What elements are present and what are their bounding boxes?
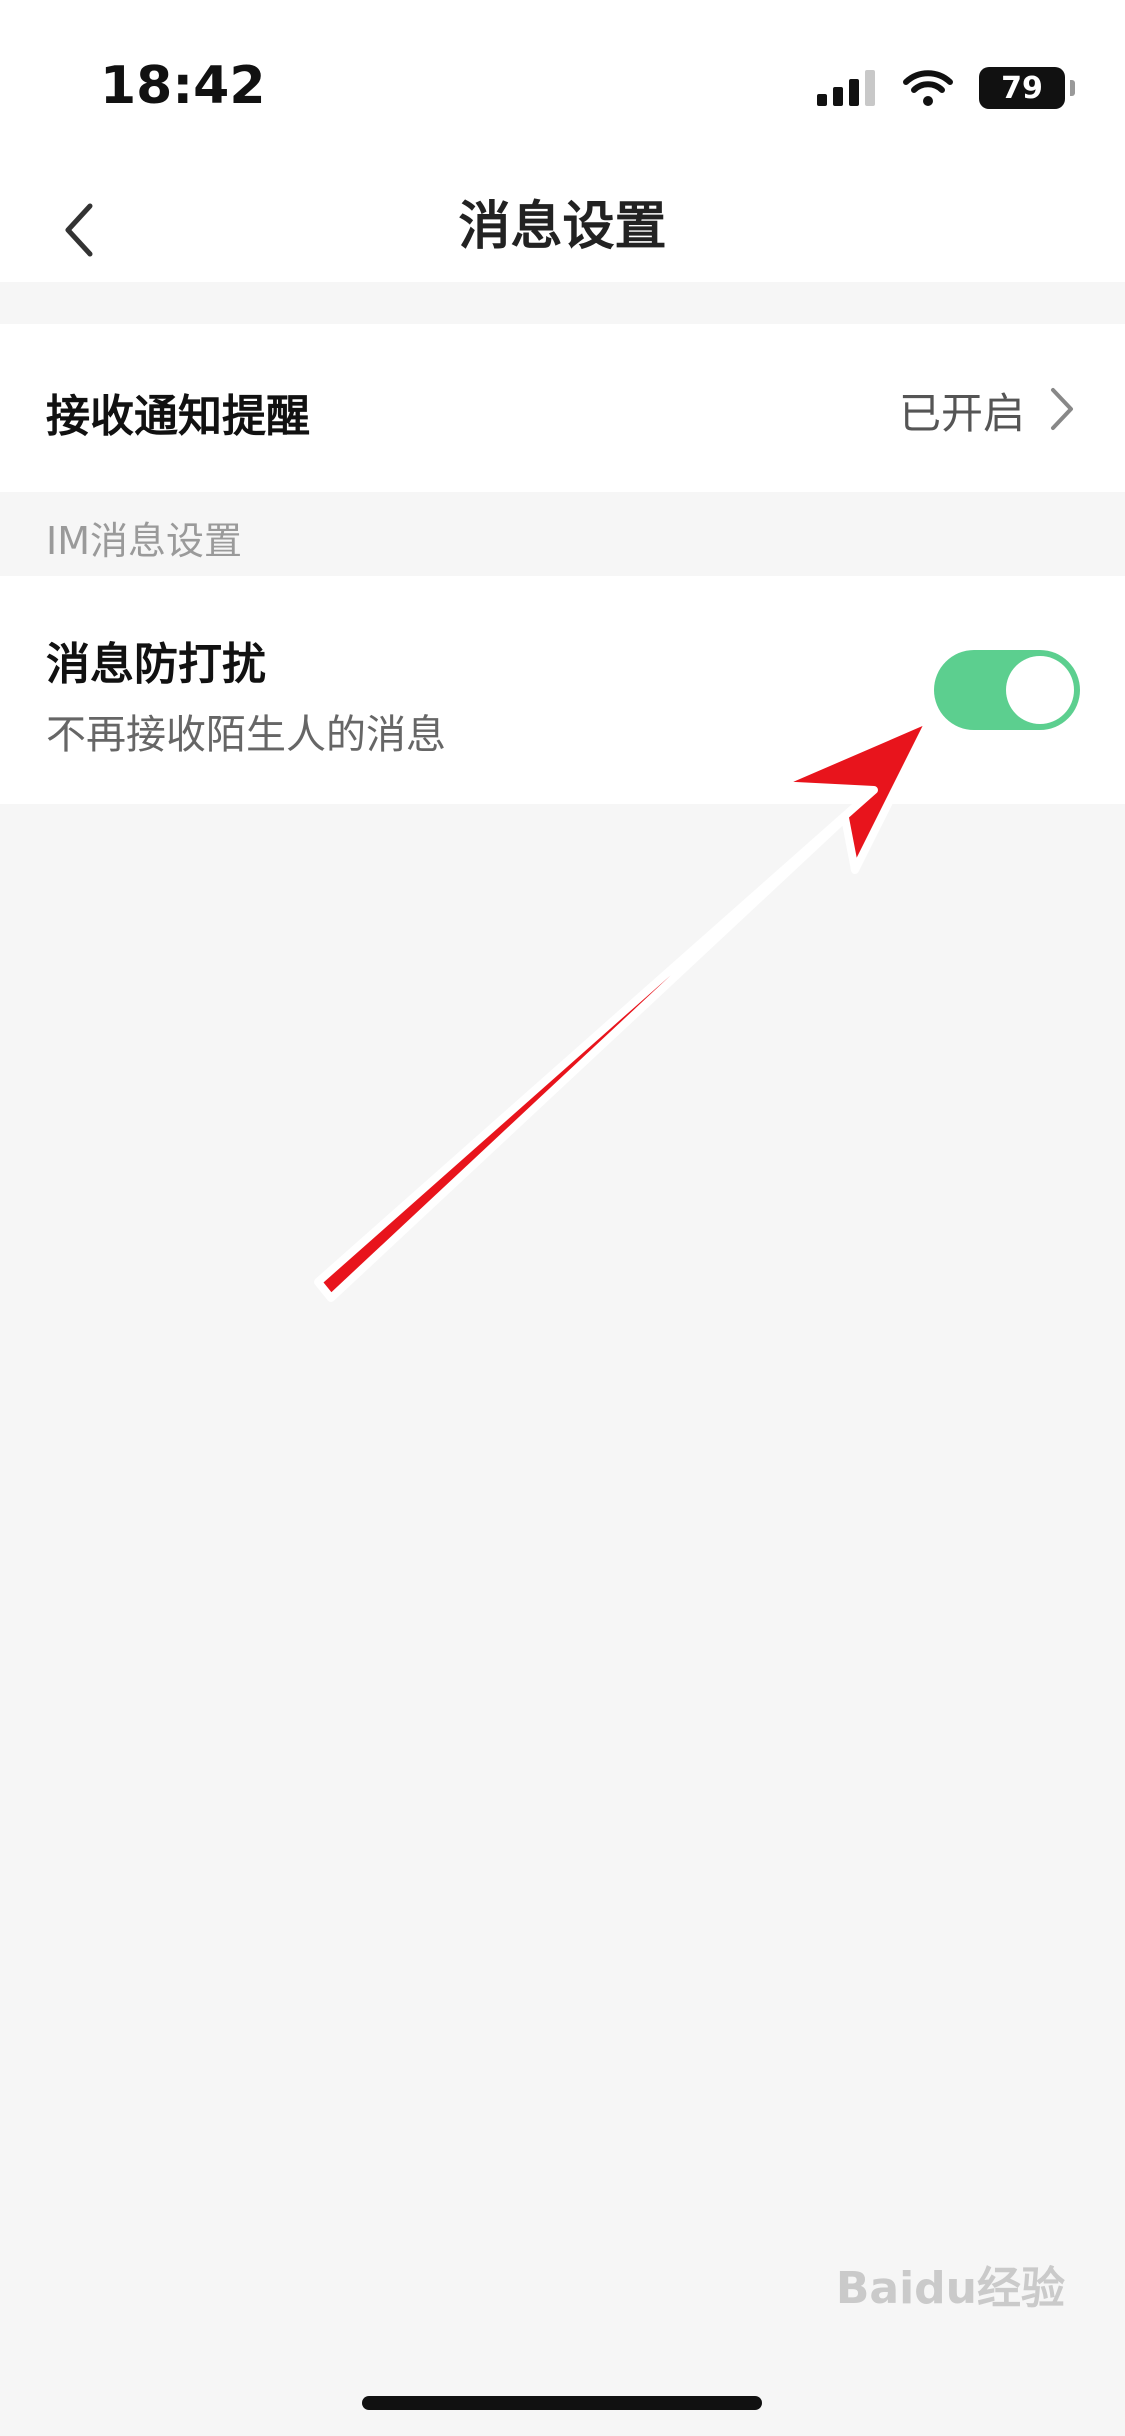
section-header-im: IM消息设置 xyxy=(46,519,242,563)
status-icons: 79 xyxy=(817,66,1075,110)
page-title: 消息设置 xyxy=(458,197,667,257)
chevron-right-icon xyxy=(1051,388,1073,430)
battery-icon: 79 xyxy=(979,67,1075,109)
nav-bar: 消息设置 xyxy=(0,180,1125,282)
notify-setting-row[interactable]: 接收通知提醒 已开启 xyxy=(0,324,1125,492)
wifi-icon xyxy=(903,70,953,106)
cellular-signal-icon xyxy=(817,70,875,106)
dnd-setting-row: 消息防打扰 不再接收陌生人的消息 xyxy=(0,576,1125,804)
toggle-knob xyxy=(1006,656,1074,724)
home-indicator[interactable] xyxy=(362,2396,762,2410)
dnd-setting-description: 不再接收陌生人的消息 xyxy=(46,712,446,758)
dnd-toggle-switch[interactable] xyxy=(934,650,1080,730)
status-bar: 18:42 79 xyxy=(0,0,1125,180)
notify-setting-label: 接收通知提醒 xyxy=(46,391,310,442)
app-screen: 18:42 79 消息设置 接收通知提醒 已开启 IM消息设置 消息防打扰 不再… xyxy=(0,0,1125,2436)
watermark-logo: Baidu经验 xyxy=(835,2263,1065,2314)
status-time: 18:42 xyxy=(100,56,266,116)
dnd-setting-label: 消息防打扰 xyxy=(46,639,266,690)
notify-setting-value: 已开启 xyxy=(898,389,1025,438)
